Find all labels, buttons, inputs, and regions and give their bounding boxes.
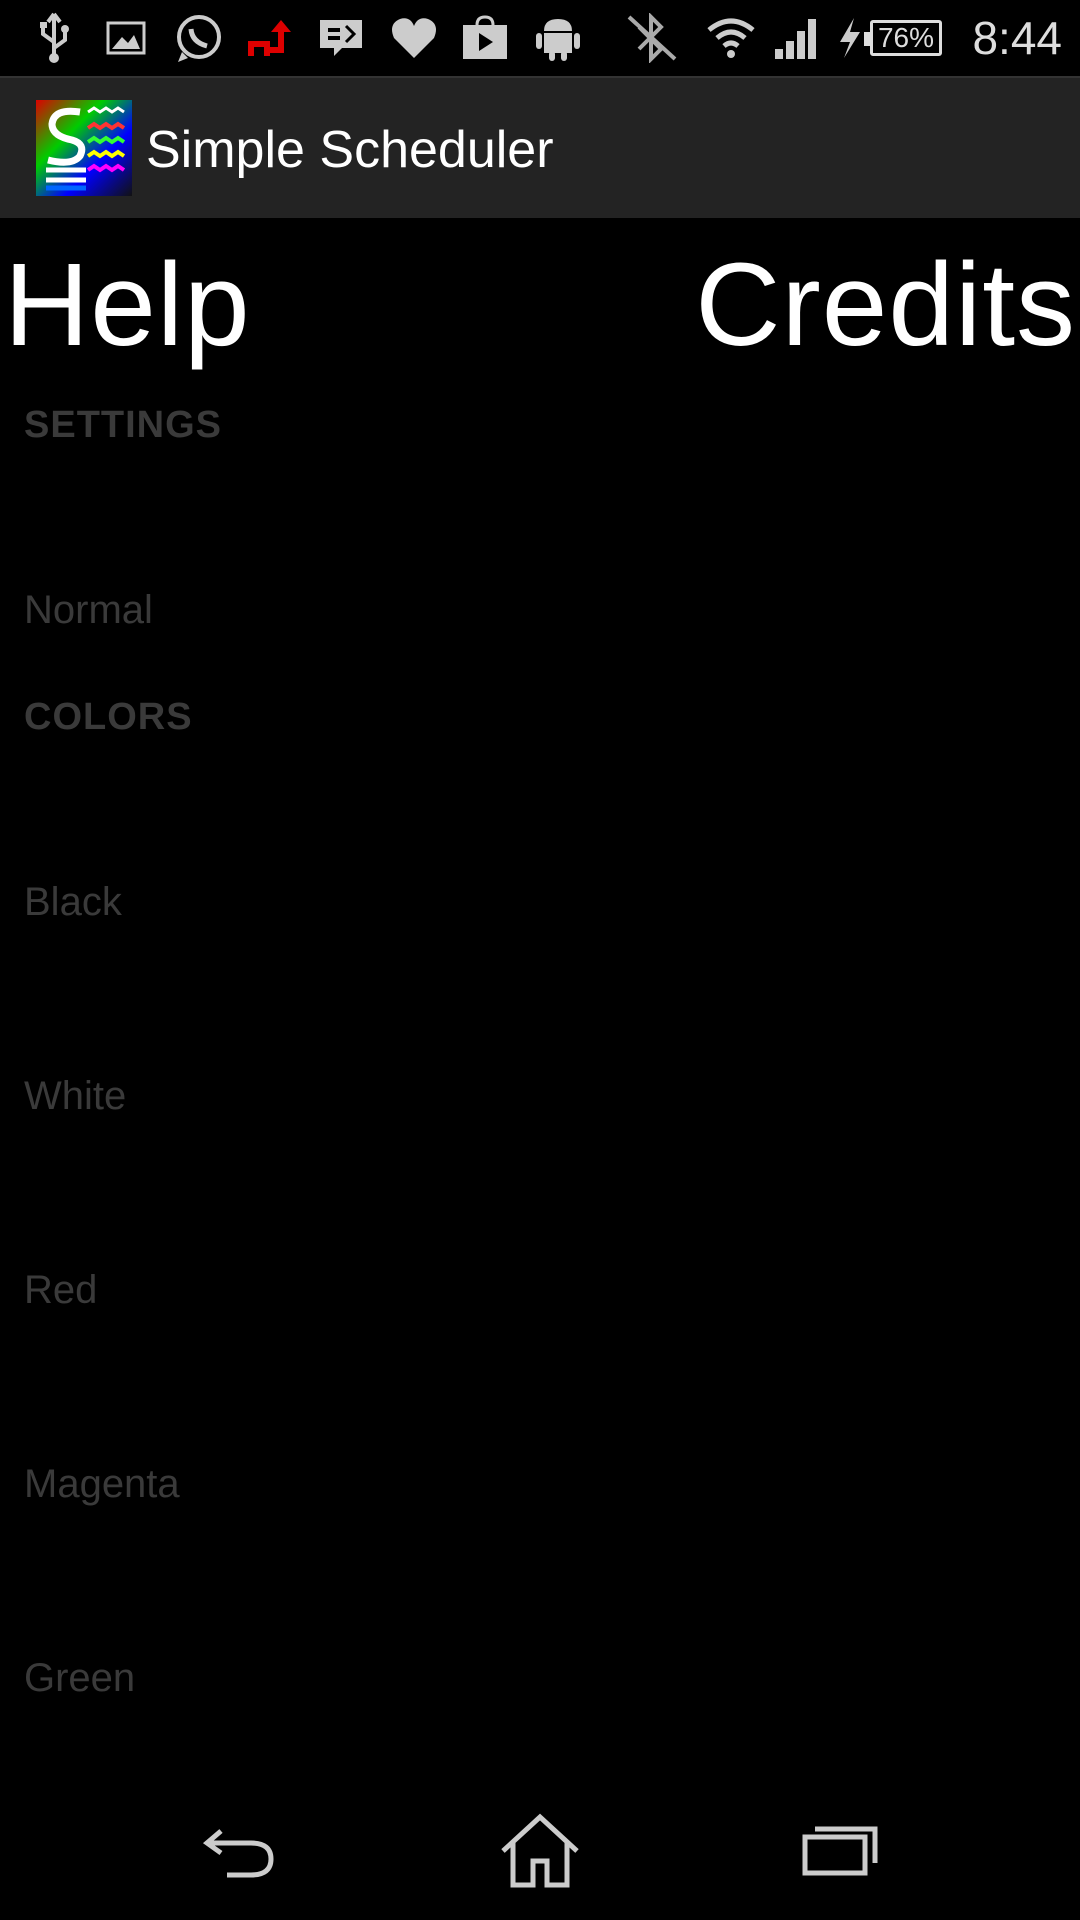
- colors-header: COLORS: [24, 696, 193, 738]
- color-item-black[interactable]: Black: [24, 880, 122, 925]
- app-logo-icon: [36, 100, 132, 196]
- status-bar: 76% 8:44: [0, 0, 1080, 76]
- navigation-bar: [0, 1776, 1080, 1920]
- message-icon: [316, 10, 366, 66]
- play-store-icon: [460, 10, 510, 66]
- home-button[interactable]: [480, 1806, 600, 1896]
- charging-icon: [834, 10, 864, 66]
- action-bar: Simple Scheduler: [0, 76, 1080, 218]
- tab-help[interactable]: Help: [4, 240, 251, 370]
- settings-item-normal[interactable]: Normal: [24, 588, 153, 633]
- recent-apps-icon: [802, 1826, 878, 1876]
- android-icon: [534, 10, 582, 66]
- back-icon: [202, 1829, 274, 1878]
- wifi-icon: [706, 10, 756, 66]
- usb-icon: [34, 10, 74, 66]
- image-icon: [104, 10, 148, 66]
- upload-icon: [244, 10, 294, 66]
- color-item-magenta[interactable]: Magenta: [24, 1462, 180, 1507]
- color-item-white[interactable]: White: [24, 1074, 126, 1119]
- bluetooth-off-icon: [624, 10, 680, 66]
- signal-icon: [772, 10, 822, 66]
- color-item-green[interactable]: Green: [24, 1656, 135, 1701]
- battery-indicator: 76%: [864, 20, 942, 56]
- home-icon: [501, 1813, 579, 1888]
- settings-header: SETTINGS: [24, 404, 223, 446]
- color-item-red[interactable]: Red: [24, 1268, 97, 1313]
- app-title: Simple Scheduler: [146, 121, 554, 179]
- whatsapp-icon: [170, 10, 226, 66]
- recent-apps-button[interactable]: [780, 1806, 900, 1896]
- back-button[interactable]: [180, 1806, 300, 1896]
- status-clock: 8:44: [972, 12, 1062, 64]
- heart-icon: [388, 10, 440, 66]
- tab-credits[interactable]: Credits: [695, 240, 1076, 370]
